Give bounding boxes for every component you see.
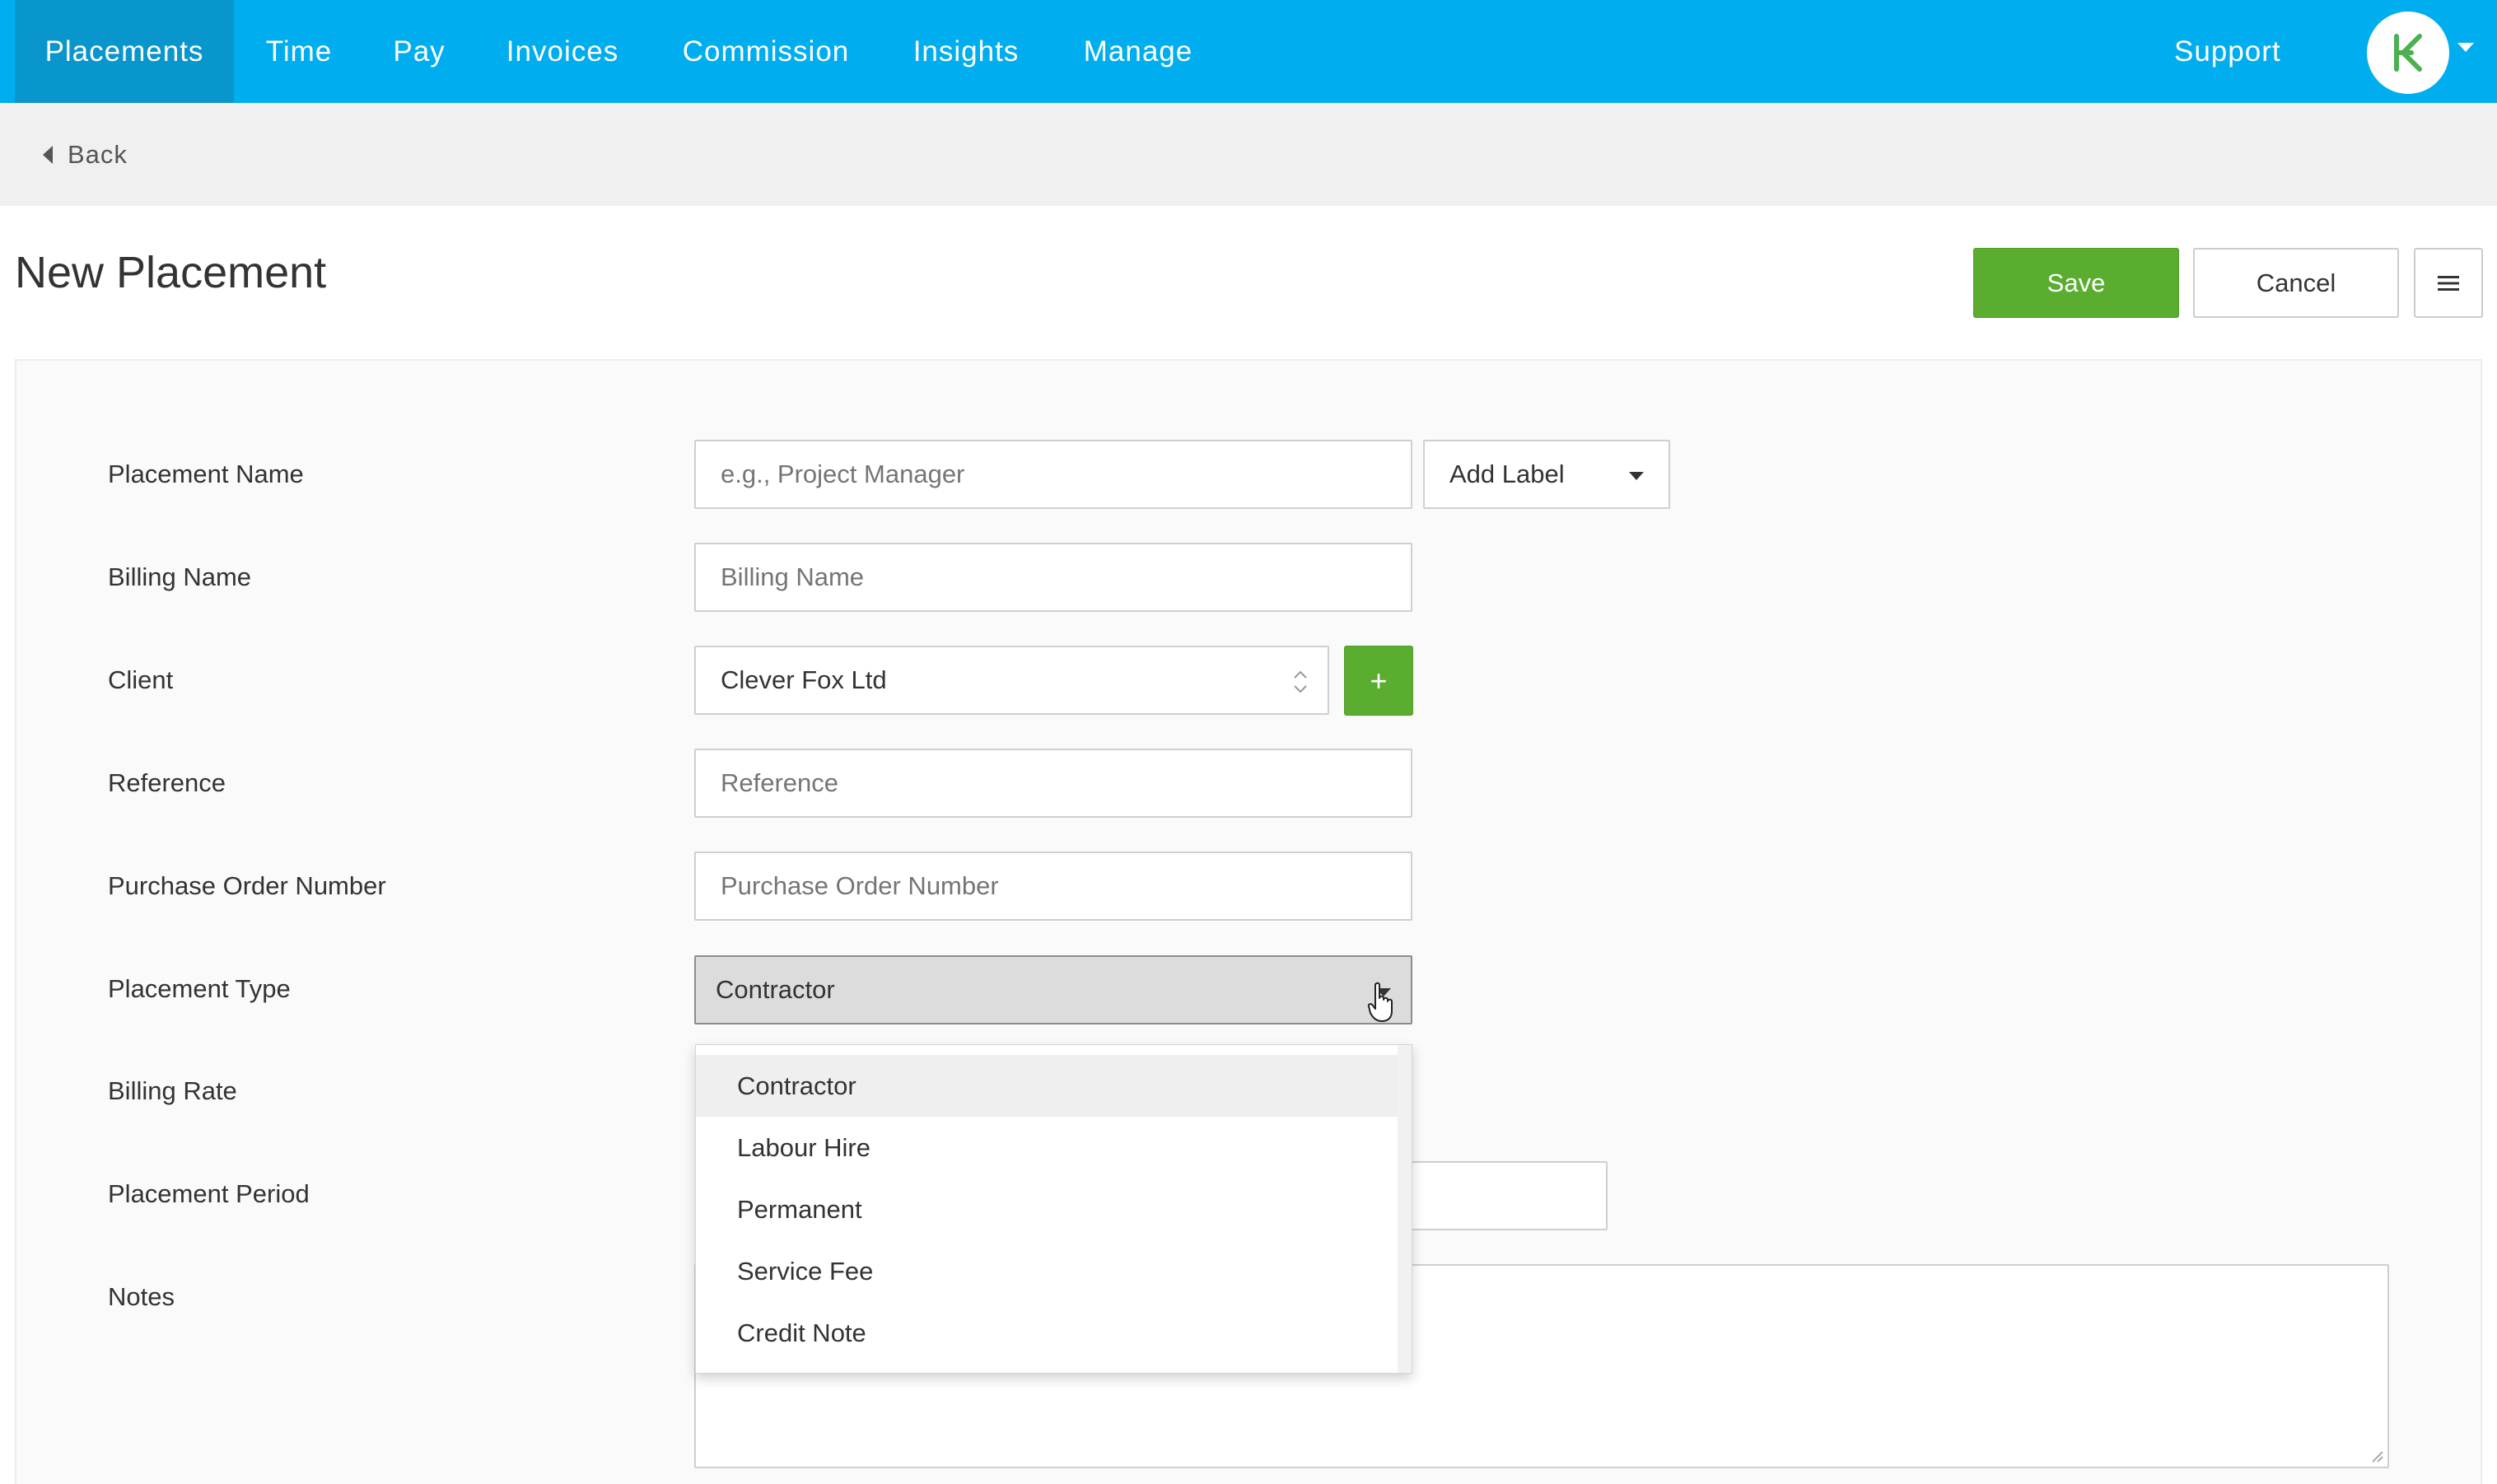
add-label-text: Add Label — [1449, 460, 1565, 488]
more-menu-button[interactable] — [2414, 248, 2483, 318]
top-navigation-bar: Placements Time Pay Invoices Commission … — [0, 0, 2497, 103]
back-link[interactable]: Back — [43, 103, 128, 206]
back-bar: Back — [0, 103, 2497, 206]
billing-name-label: Billing Name — [108, 562, 252, 591]
reference-label: Reference — [108, 768, 226, 797]
nav-item-insights[interactable]: Insights — [899, 0, 1033, 103]
nav-item-invoices[interactable]: Invoices — [494, 0, 631, 103]
client-select[interactable]: Clever Fox Ltd — [694, 646, 1329, 715]
dropdown-option-permanent[interactable]: Permanent — [696, 1178, 1398, 1240]
purchase-order-number-label: Purchase Order Number — [108, 871, 386, 900]
dropdown-option-credit-note[interactable]: Credit Note — [696, 1302, 1398, 1364]
placement-type-label: Placement Type — [108, 974, 291, 1003]
user-menu-caret-icon[interactable] — [2457, 43, 2474, 52]
nav-item-manage[interactable]: Manage — [1071, 0, 1206, 103]
placement-type-value: Contractor — [716, 975, 835, 1004]
page-title: New Placement — [15, 248, 327, 297]
client-select-value: Clever Fox Ltd — [721, 665, 887, 694]
support-link[interactable]: Support — [2174, 0, 2281, 103]
dropdown-scrollbar[interactable] — [1398, 1045, 1412, 1373]
add-client-button[interactable]: + — [1344, 646, 1413, 716]
placement-period-end-input[interactable] — [1400, 1161, 1608, 1230]
user-avatar[interactable] — [2367, 12, 2449, 94]
dropdown-option-labour-hire[interactable]: Labour Hire — [696, 1117, 1398, 1178]
hamburger-menu-icon — [2438, 275, 2459, 291]
caret-down-icon — [1629, 472, 1644, 480]
placement-type-dropdown-list: Contractor Labour Hire Permanent Service… — [695, 1044, 1412, 1374]
nav-item-placements[interactable]: Placements — [15, 0, 234, 103]
back-link-label: Back — [68, 140, 128, 169]
billing-rate-label: Billing Rate — [108, 1076, 237, 1105]
hand-cursor-icon — [1367, 982, 1393, 1022]
billing-name-input[interactable] — [694, 543, 1412, 612]
placement-period-label: Placement Period — [108, 1179, 310, 1208]
purchase-order-number-input[interactable] — [694, 852, 1412, 921]
notes-label: Notes — [108, 1282, 175, 1311]
chevron-left-icon — [43, 145, 53, 164]
placement-name-label: Placement Name — [108, 460, 304, 488]
dropdown-option-contractor[interactable]: Contractor — [696, 1055, 1398, 1117]
placement-type-select[interactable]: Contractor — [694, 955, 1412, 1024]
resize-handle-icon[interactable] — [2368, 1447, 2384, 1463]
cancel-button[interactable]: Cancel — [2193, 248, 2399, 318]
client-label: Client — [108, 665, 174, 694]
sort-updown-icon — [1294, 670, 1307, 693]
nav-item-pay[interactable]: Pay — [375, 0, 464, 103]
k-logo-icon — [2394, 34, 2422, 72]
dropdown-option-service-fee[interactable]: Service Fee — [696, 1240, 1398, 1302]
nav-item-commission[interactable]: Commission — [667, 0, 865, 103]
reference-input[interactable] — [694, 749, 1412, 818]
save-button[interactable]: Save — [1973, 248, 2179, 318]
nav-item-time[interactable]: Time — [247, 0, 351, 103]
placement-name-input[interactable] — [694, 440, 1412, 509]
add-label-dropdown[interactable]: Add Label — [1423, 440, 1670, 509]
